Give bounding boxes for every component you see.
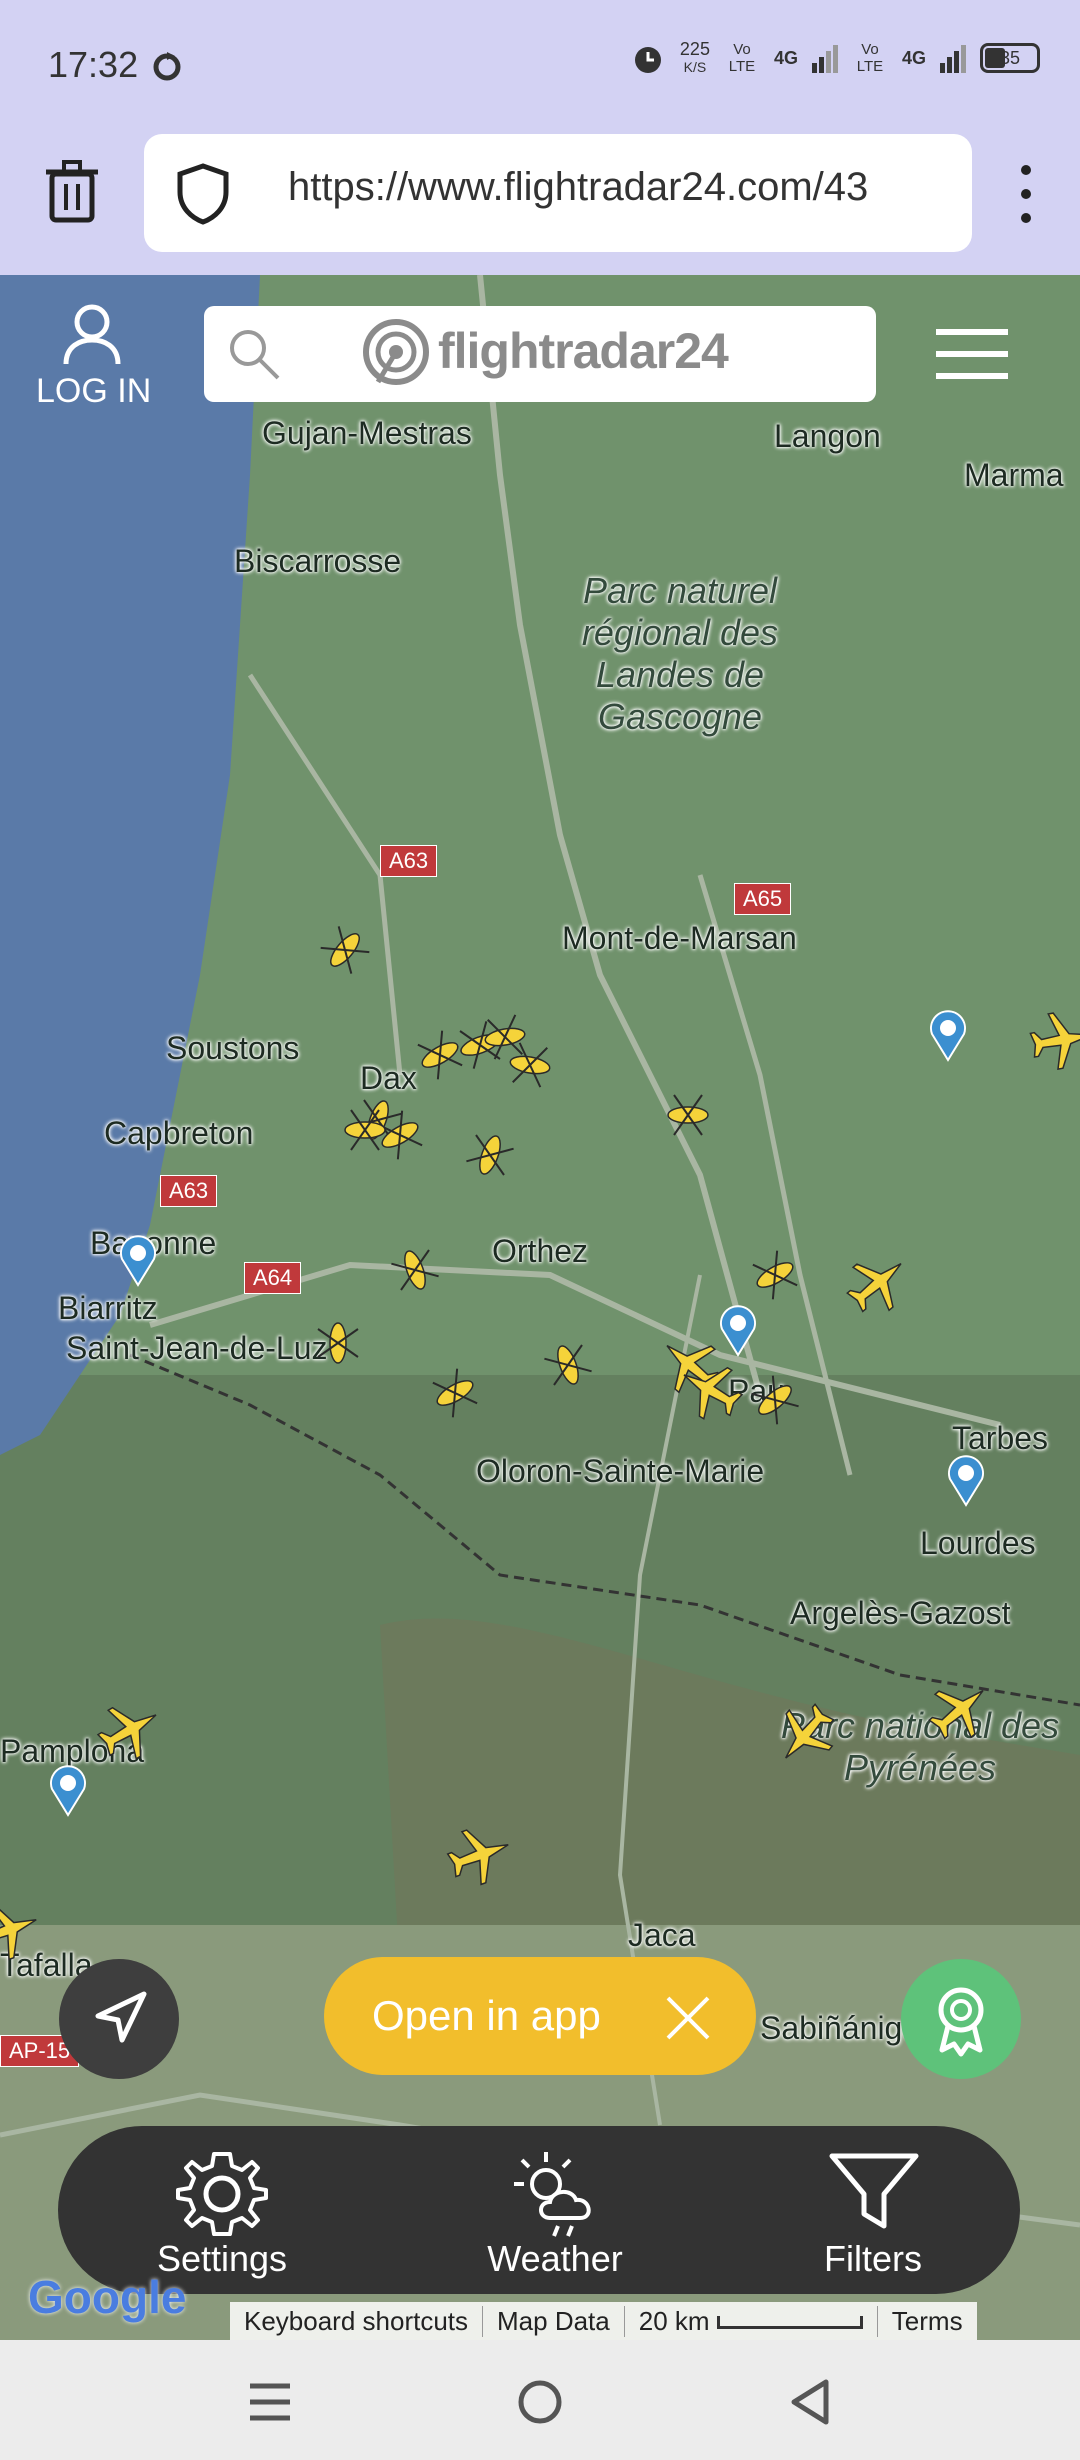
home-icon[interactable] [516,2378,564,2426]
aircraft-icon [541,1338,595,1392]
map-data-link[interactable]: Map Data [483,2305,625,2337]
achievement-badge-icon[interactable] [900,1958,1022,2080]
sim2-volte: Vo LTE [856,41,884,75]
aircraft-icon [0,1892,47,1968]
aircraft-icon [667,1094,709,1136]
filters-button[interactable]: Filters [773,2238,973,2280]
aircraft-icon [441,1817,519,1893]
shield-icon[interactable] [174,162,232,226]
sim2-network: 4G [901,47,926,68]
login-button[interactable]: LOG IN [36,372,151,411]
search-icon[interactable] [226,326,282,382]
aircraft-icon [745,1370,805,1430]
url-text[interactable]: https://www.flightradar24.com/43 [288,165,968,210]
hamburger-menu-icon[interactable] [934,326,1010,382]
sim1-network: 4G [773,47,798,68]
aircraft-icon [1026,1006,1080,1074]
aircraft-icon [763,1693,847,1777]
close-icon[interactable] [664,1994,712,2042]
settings-gear-icon[interactable] [176,2148,268,2240]
alarm-icon [634,47,661,73]
locate-me-icon[interactable] [58,1958,180,2080]
weather-button[interactable]: Weather [455,2238,655,2280]
aircraft-icon [89,1690,171,1770]
map-attribution: Keyboard shortcuts Map Data 20 km Terms [230,2302,977,2340]
weather-icon[interactable] [510,2148,602,2240]
google-logo: Google [28,2271,187,2323]
aircraft-icon [315,920,375,980]
sync-icon [153,52,181,81]
signal-icon [940,45,966,73]
scale-bar: 20 km [625,2305,878,2337]
aircraft-icon [463,1128,517,1182]
terms-link[interactable]: Terms [878,2306,977,2337]
sim1-volte: Vo LTE [728,41,756,75]
aircraft-icon [836,1241,920,1325]
scale-line [716,2316,863,2330]
aircraft-icon [746,1246,804,1304]
back-icon[interactable] [788,2378,832,2426]
aircraft-icon [426,1364,484,1422]
delete-icon[interactable] [42,158,102,224]
aircraft-icon [411,1026,469,1084]
status-time: 17:32 [48,44,139,85]
keyboard-shortcuts-link[interactable]: Keyboard shortcuts [230,2305,484,2337]
filter-icon[interactable] [828,2152,920,2232]
signal-icon [811,45,838,73]
radar-logo-icon [363,319,429,385]
net-speed: 225 K/S [679,39,710,75]
battery-icon: 35 [980,43,1040,73]
open-in-app-label[interactable]: Open in app [372,1992,601,2040]
user-icon[interactable] [62,302,122,366]
aircraft-icon [317,1322,359,1364]
status-icons: 225 K/S Vo LTE 4G Vo LTE 4G 35 [630,40,1040,76]
aircraft-icon [918,1668,1002,1752]
logo-text: flightradar24 [438,323,729,379]
recent-apps-icon[interactable] [248,2382,292,2422]
aircraft-icon [505,1040,555,1090]
more-menu-icon[interactable] [1014,160,1038,230]
aircraft-icon [388,1243,442,1297]
aircraft-icon [480,1012,530,1062]
